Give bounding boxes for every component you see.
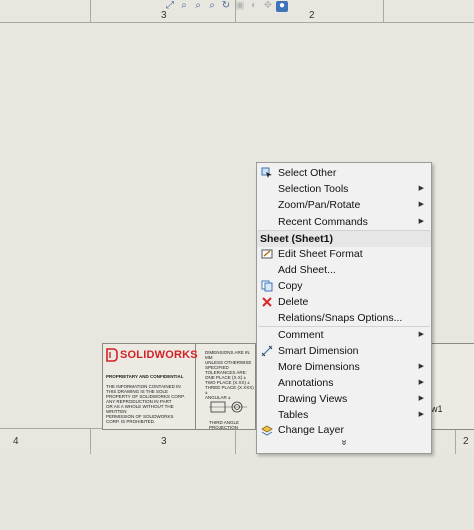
smart-dimension-icon (261, 345, 273, 357)
zone-divider (455, 428, 456, 454)
submenu-arrow-icon: ▶ (418, 185, 424, 192)
projection-text: THIRD ANGLE PROJECTION (209, 420, 240, 430)
zone-label-top: 2 (309, 10, 315, 21)
menu-item-comment[interactable]: Comment ▶ (257, 327, 431, 343)
select-other-icon (261, 167, 273, 179)
menu-item-label: Select Other (278, 167, 337, 179)
zone-label-bottom: 2 (463, 436, 469, 447)
zone-divider (383, 0, 384, 22)
change-layer-icon (261, 424, 273, 436)
view-display-icon[interactable]: ▣ (234, 1, 246, 12)
menu-item-recent-commands[interactable]: Recent Commands ▶ (257, 214, 431, 230)
menu-item-select-other[interactable]: Select Other (257, 165, 431, 181)
ds-logo-icon (106, 348, 118, 362)
zone-label-bottom: 4 (13, 436, 19, 447)
context-menu[interactable]: Select Other Selection Tools ▶ Zoom/Pan/… (256, 162, 432, 454)
sheet-border-top (0, 22, 474, 23)
menu-item-delete[interactable]: Delete (257, 294, 431, 310)
zoom-to-area-icon[interactable]: ⌕ (178, 1, 190, 12)
move-icon[interactable]: ✥ (262, 1, 274, 12)
menu-item-label: Recent Commands (278, 216, 368, 228)
heads-up-toolbar: ⤢ ⌕ ⌕ ⌕ ↻ ▣ ◐ ✥ ● (164, 0, 288, 12)
appearance-icon[interactable]: ● (276, 0, 288, 12)
menu-item-label: Comment (278, 329, 324, 341)
menu-item-label: Add Sheet... (278, 264, 336, 276)
menu-item-edit-sheet-format[interactable]: Edit Sheet Format (257, 246, 431, 262)
solidworks-logo: SOLIDWORKS (106, 348, 198, 362)
zone-divider (90, 428, 91, 454)
submenu-arrow-icon: ▶ (418, 331, 424, 338)
zoom-in-out-icon[interactable]: ⌕ (192, 1, 204, 12)
delete-icon (261, 296, 273, 308)
zoom-to-fit-icon[interactable]: ⤢ (164, 1, 176, 12)
proprietary-text: THE INFORMATION CONTAINED IN THIS DRAWIN… (106, 384, 185, 424)
projection-symbol-icon (209, 401, 247, 413)
title-block-logo-cell: SOLIDWORKS PROPRIETARY AND CONFIDENTIAL … (103, 344, 198, 429)
menu-item-relations-snaps-options[interactable]: Relations/Snaps Options... (257, 310, 431, 326)
edit-sheet-format-icon (261, 248, 273, 260)
logo-text: SOLIDWORKS (120, 349, 198, 361)
menu-item-label: Edit Sheet Format (278, 248, 363, 260)
copy-icon (261, 280, 273, 292)
submenu-arrow-icon: ▶ (418, 379, 424, 386)
menu-item-zoom-pan-rotate[interactable]: Zoom/Pan/Rotate ▶ (257, 197, 431, 213)
submenu-arrow-icon: ▶ (418, 411, 424, 418)
zone-label-bottom: 3 (161, 436, 167, 447)
submenu-arrow-icon: ▶ (418, 395, 424, 402)
menu-item-label: Annotations (278, 377, 334, 389)
menu-item-label: Change Layer (278, 424, 344, 436)
menu-item-label: Selection Tools (278, 183, 349, 195)
menu-item-selection-tools[interactable]: Selection Tools ▶ (257, 181, 431, 197)
menu-item-add-sheet[interactable]: Add Sheet... (257, 262, 431, 278)
double-chevron-down-icon[interactable]: » (339, 356, 350, 530)
menu-item-label: Drawing Views (278, 393, 348, 405)
submenu-arrow-icon: ▶ (418, 201, 424, 208)
submenu-arrow-icon: ▶ (418, 363, 424, 370)
menu-item-label: Zoom/Pan/Rotate (278, 199, 361, 211)
proprietary-heading: PROPRIETARY AND CONFIDENTIAL (106, 374, 184, 379)
menu-section-header: Sheet (Sheet1) (257, 231, 431, 247)
menu-item-copy[interactable]: Copy (257, 278, 431, 294)
menu-item-label: Tables (278, 409, 309, 421)
zoom-to-selection-icon[interactable]: ⌕ (206, 1, 218, 12)
section-header-label: Sheet (Sheet1) (260, 233, 333, 245)
sheet-name-text: w1 (431, 404, 443, 414)
zone-divider (90, 0, 91, 22)
dimensions-text: DIMENSIONS ARE IN MM UNLESS OTHERWISE SP… (205, 350, 254, 400)
zone-divider (235, 428, 236, 454)
title-block-dimensions-cell: DIMENSIONS ARE IN MM UNLESS OTHERWISE SP… (195, 344, 256, 430)
hide-show-icon[interactable]: ◐ (248, 1, 260, 12)
menu-item-label: Delete (278, 296, 309, 308)
rotate-icon[interactable]: ↻ (220, 1, 232, 12)
menu-item-label: Copy (278, 280, 303, 292)
submenu-arrow-icon: ▶ (418, 218, 424, 225)
menu-item-label: Relations/Snaps Options... (278, 312, 403, 324)
